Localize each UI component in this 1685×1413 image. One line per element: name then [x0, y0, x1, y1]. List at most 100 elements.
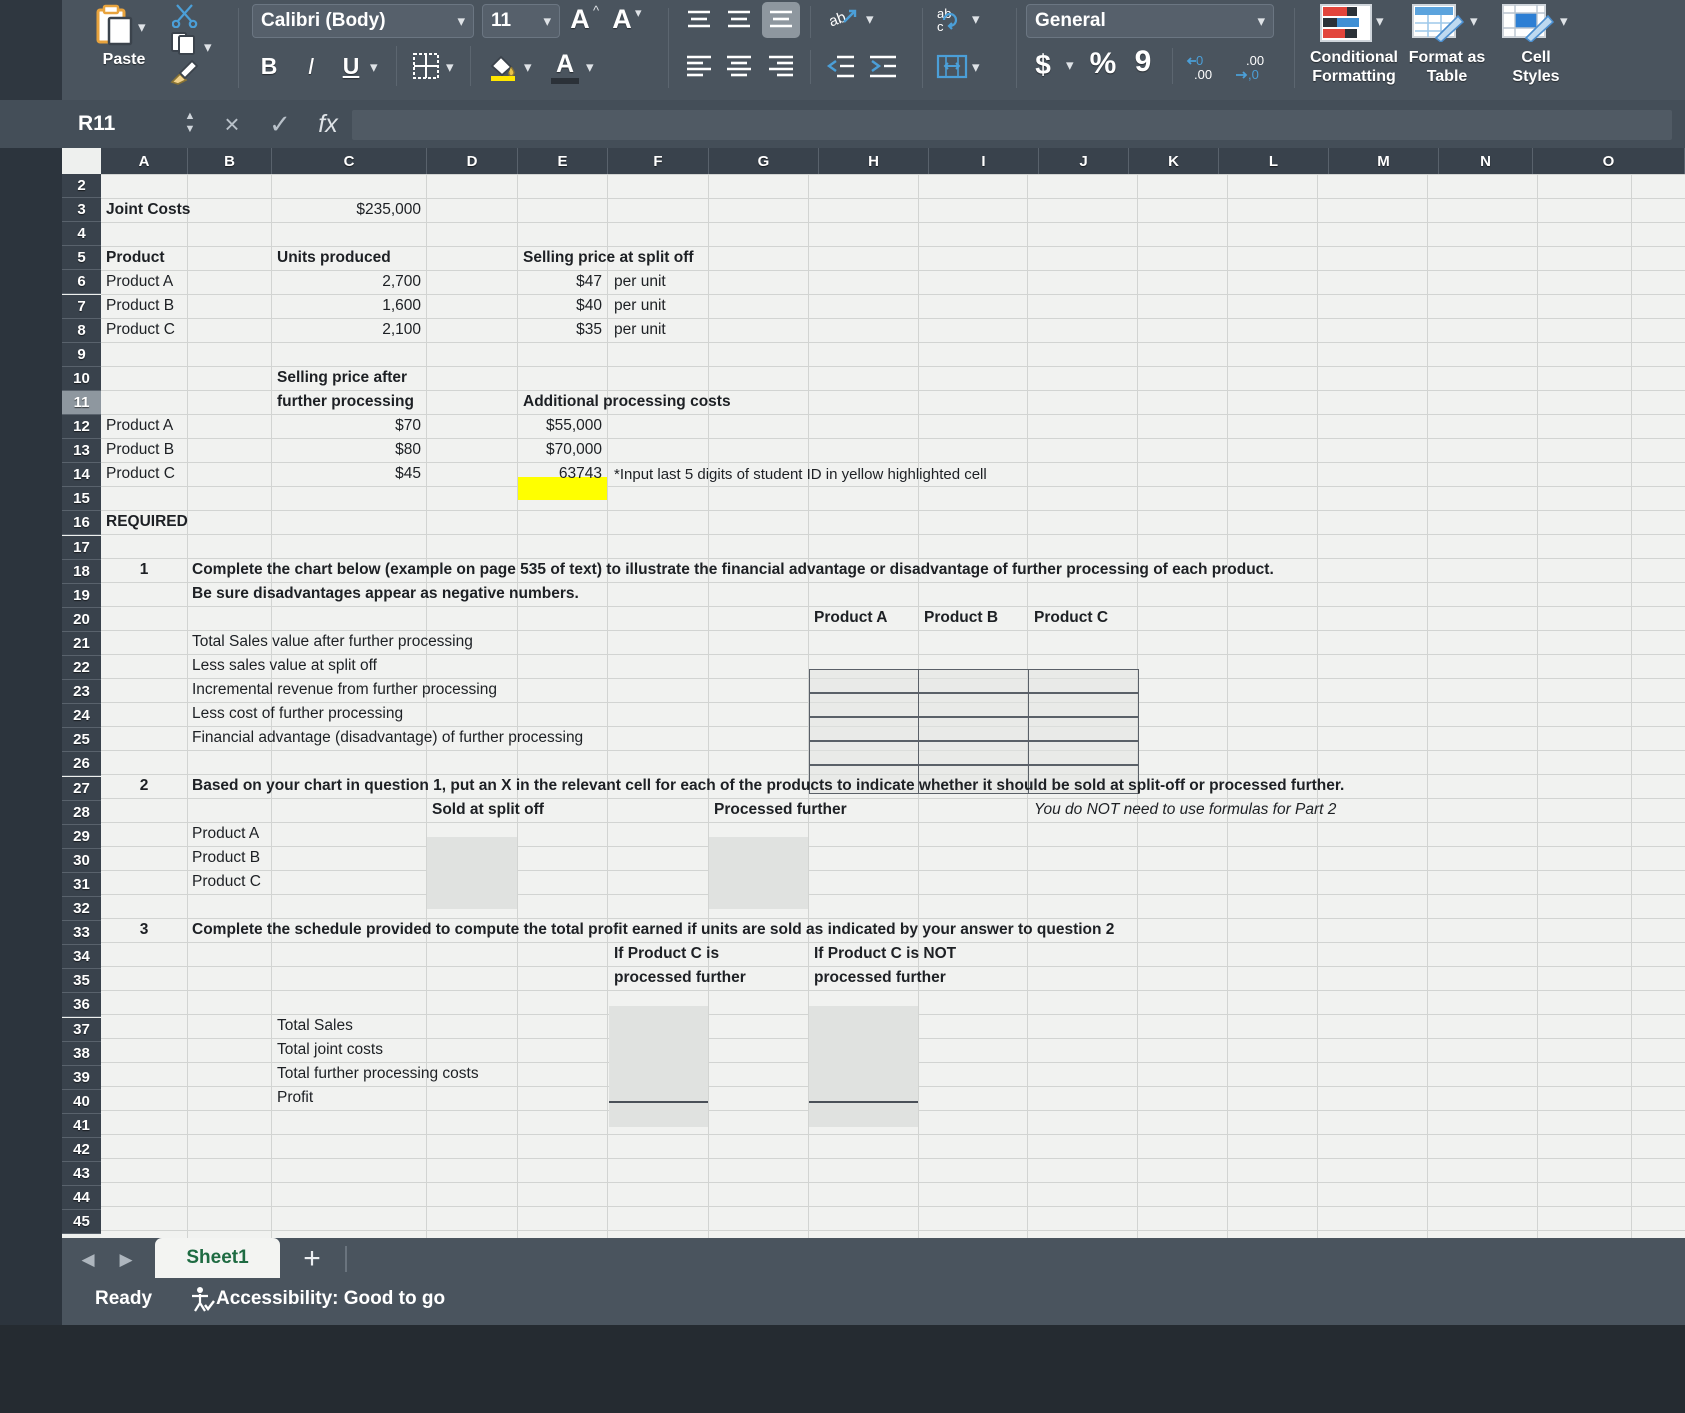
cell-J28-note[interactable]: You do NOT need to use formulas for Part…: [1029, 798, 1449, 822]
underline-button[interactable]: U: [338, 53, 364, 79]
font-size-chevron-icon[interactable]: ▾: [543, 12, 551, 30]
sheet-tab-sheet1[interactable]: Sheet1: [155, 1238, 280, 1278]
row-header-43[interactable]: 43: [62, 1162, 101, 1187]
cell-A13[interactable]: Product B: [101, 438, 187, 462]
row-header-44[interactable]: 44: [62, 1186, 101, 1211]
bold-button[interactable]: B: [256, 53, 282, 79]
cell-E5[interactable]: Selling price at split off: [518, 246, 818, 270]
cell-F34[interactable]: If Product C is: [609, 942, 809, 966]
number-format-chevron-icon[interactable]: ▾: [1257, 12, 1265, 30]
row-header-33[interactable]: 33: [62, 921, 101, 946]
column-header-C[interactable]: C: [272, 148, 427, 174]
number-format-combo[interactable]: General ▾: [1026, 4, 1274, 38]
cell-C11[interactable]: further processing: [272, 390, 492, 414]
conditional-formatting-label[interactable]: Conditional Formatting: [1304, 48, 1404, 86]
cell-B22[interactable]: Less sales value at split off: [187, 654, 807, 678]
q2-processed-further-input-cells[interactable]: [709, 837, 808, 909]
row-header-39[interactable]: 39: [62, 1065, 101, 1090]
decrease-decimal-icon[interactable]: .00 ,0: [1232, 52, 1272, 82]
grow-font-button[interactable]: A: [566, 4, 594, 34]
row-header-24[interactable]: 24: [62, 704, 101, 729]
cell-A6[interactable]: Product A: [101, 270, 187, 294]
row-header-36[interactable]: 36: [62, 993, 101, 1018]
fill-color-icon[interactable]: [486, 50, 518, 82]
copy-icon[interactable]: [170, 30, 198, 56]
decrease-indent-icon[interactable]: [826, 54, 856, 80]
orientation-icon[interactable]: ab: [828, 4, 860, 36]
cell-A5[interactable]: Product: [101, 246, 187, 270]
row-header-29[interactable]: 29: [62, 824, 101, 849]
cell-F6[interactable]: per unit: [609, 270, 708, 294]
add-sheet-button[interactable]: +: [292, 1240, 332, 1278]
row-header-21[interactable]: 21: [62, 631, 101, 656]
format-as-table-chevron-icon[interactable]: ▾: [1470, 14, 1478, 29]
sheet-prev-button[interactable]: ◀: [76, 1248, 100, 1272]
cell-C40[interactable]: Profit: [272, 1086, 602, 1110]
paste-chevron-icon[interactable]: ▾: [138, 20, 146, 35]
merge-cells-chevron-icon[interactable]: ▾: [972, 60, 980, 75]
q3-col1-input-cells[interactable]: [609, 1006, 708, 1101]
column-header-E[interactable]: E: [518, 148, 608, 174]
cell-H34[interactable]: If Product C is NOT: [809, 942, 1029, 966]
cell-J20[interactable]: Product C: [1029, 606, 1138, 630]
align-right-icon[interactable]: [766, 52, 796, 80]
row-header-14[interactable]: 14: [62, 463, 101, 488]
column-header-O[interactable]: O: [1533, 148, 1685, 174]
row-header-26[interactable]: 26: [62, 752, 101, 777]
row-header-37[interactable]: 37: [62, 1017, 101, 1042]
row-header-23[interactable]: 23: [62, 680, 101, 705]
cell-B24[interactable]: Less cost of further processing: [187, 702, 807, 726]
row-header-34[interactable]: 34: [62, 945, 101, 970]
cell-A7[interactable]: Product B: [101, 294, 187, 318]
merge-cells-icon[interactable]: [936, 52, 968, 82]
cell-A33[interactable]: 3: [101, 918, 187, 942]
cell-A16[interactable]: REQUIRED: [101, 510, 221, 534]
row-header-2[interactable]: 2: [62, 174, 101, 199]
wrap-text-chevron-icon[interactable]: ▾: [972, 12, 980, 27]
cell-B25[interactable]: Financial advantage (disadvantage) of fu…: [187, 726, 807, 750]
row-header-9[interactable]: 9: [62, 342, 101, 367]
font-color-chevron-icon[interactable]: ▾: [586, 60, 594, 75]
cell-C6[interactable]: 2,700: [272, 270, 426, 294]
cell-E8[interactable]: $35: [518, 318, 607, 342]
column-header-M[interactable]: M: [1329, 148, 1439, 174]
cell-styles-icon[interactable]: [1502, 4, 1554, 42]
q3-col2-input-cells[interactable]: [809, 1006, 918, 1101]
row-header-35[interactable]: 35: [62, 969, 101, 994]
cell-A12[interactable]: Product A: [101, 414, 187, 438]
q3-col1-profit-cell[interactable]: [609, 1103, 708, 1127]
status-accessibility-label[interactable]: Accessibility: Good to go: [216, 1285, 445, 1313]
cell-E13[interactable]: $70,000: [518, 438, 607, 462]
confirm-edit-button[interactable]: ✓: [258, 100, 302, 148]
row-header-32[interactable]: 32: [62, 897, 101, 922]
paste-icon[interactable]: [92, 4, 136, 48]
q1-input-row-21[interactable]: [809, 669, 1139, 693]
q3-col2-profit-cell[interactable]: [809, 1103, 918, 1127]
cell-B23[interactable]: Incremental revenue from further process…: [187, 678, 807, 702]
shrink-font-button[interactable]: A: [608, 4, 636, 34]
cell-styles-label[interactable]: Cell Styles: [1496, 48, 1576, 86]
row-header-31[interactable]: 31: [62, 872, 101, 897]
name-box-spinner[interactable]: ▲ ▼: [182, 110, 198, 138]
q1-input-row-24[interactable]: [809, 741, 1139, 765]
cell-G28[interactable]: Processed further: [709, 798, 929, 822]
column-header-A[interactable]: A: [101, 148, 188, 174]
borders-chevron-icon[interactable]: ▾: [446, 60, 454, 75]
insert-function-icon[interactable]: fx: [306, 100, 350, 148]
cell-A27[interactable]: 2: [101, 774, 187, 798]
underline-chevron-icon[interactable]: ▾: [370, 60, 378, 75]
cell-C38[interactable]: Total joint costs: [272, 1038, 602, 1062]
row-header-19[interactable]: 19: [62, 583, 101, 608]
row-header-16[interactable]: 16: [62, 511, 101, 536]
column-header-H[interactable]: H: [819, 148, 929, 174]
italic-button[interactable]: I: [298, 53, 324, 79]
currency-chevron-icon[interactable]: ▾: [1066, 58, 1074, 73]
cell-E6[interactable]: $47: [518, 270, 607, 294]
format-as-table-label[interactable]: Format as Table: [1402, 48, 1492, 86]
cell-I20[interactable]: Product B: [919, 606, 1028, 630]
column-header-F[interactable]: F: [608, 148, 709, 174]
column-header-N[interactable]: N: [1439, 148, 1533, 174]
cell-A14[interactable]: Product C: [101, 462, 187, 486]
row-header-4[interactable]: 4: [62, 222, 101, 247]
cell-E14[interactable]: 63743: [518, 462, 607, 486]
